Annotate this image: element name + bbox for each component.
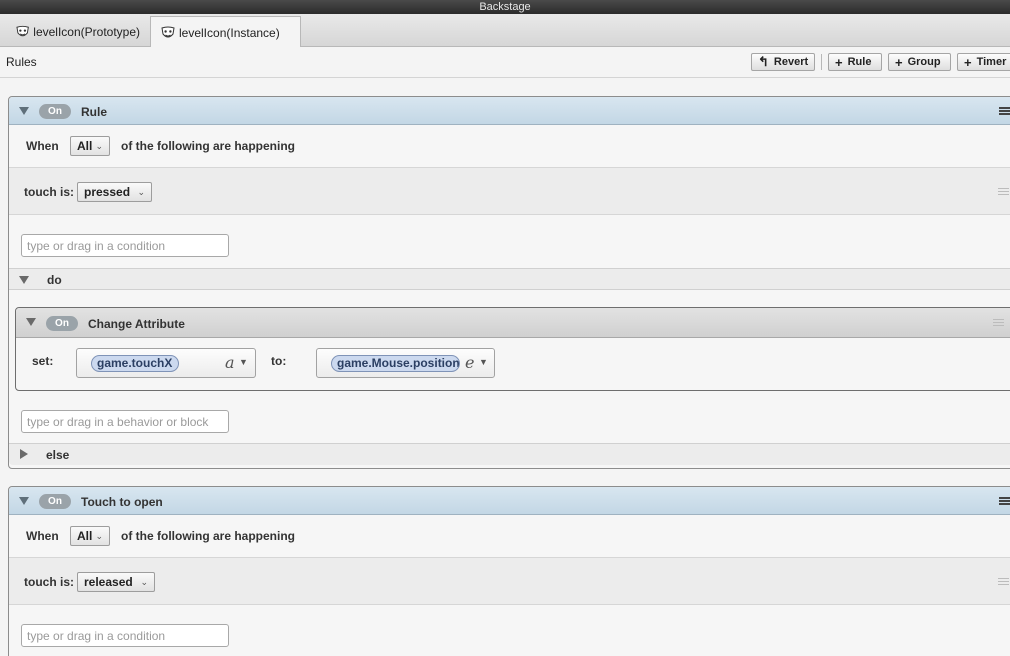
behavior-input[interactable]: type or drag in a behavior or block (21, 410, 229, 433)
chevron-down-icon[interactable]: ▼ (239, 357, 248, 367)
when-mode-dropdown[interactable]: All ⌄ (70, 136, 110, 156)
window-title: Backstage (0, 0, 1010, 14)
rule-block: On Touch to open When All ⌄ of the follow… (8, 486, 1010, 656)
chevron-down-icon: ⌄ (95, 530, 103, 541)
collapse-triangle-icon[interactable] (19, 497, 29, 505)
do-body: On Change Attribute set: game.touchX a ▼… (9, 290, 1010, 443)
chevron-down-icon: ⌄ (95, 140, 103, 151)
expression-token[interactable]: game.Mouse.position (331, 355, 460, 372)
expand-triangle-icon[interactable] (20, 449, 28, 459)
tab-prototype[interactable]: levelIcon(Prototype) (6, 16, 150, 47)
when-suffix: of the following are happening (121, 139, 295, 153)
tab-bar: levelIcon(Prototype) levelIcon(Instance) (0, 14, 1010, 48)
menu-icon[interactable] (999, 497, 1010, 505)
plus-icon: + (835, 54, 843, 70)
condition-input[interactable]: type or drag in a condition (21, 234, 229, 257)
rule-name[interactable]: Rule (81, 105, 107, 119)
chevron-down-icon: ⌄ (140, 576, 148, 587)
when-label: When (26, 529, 59, 543)
tab-instance[interactable]: levelIcon(Instance) (150, 16, 301, 48)
condition-label: touch is: (24, 575, 74, 589)
rule-header[interactable]: On Rule (9, 97, 1010, 125)
collapse-triangle-icon[interactable] (26, 318, 36, 326)
touch-state-dropdown[interactable]: released ⌄ (77, 572, 155, 592)
condition-drop-row: type or drag in a condition (9, 215, 1010, 268)
when-row: When All ⌄ of the following are happening (9, 125, 1010, 168)
actor-mask-icon (161, 26, 175, 37)
condition-row: touch is: released ⌄ (9, 558, 1010, 605)
behavior-header[interactable]: On Change Attribute (16, 308, 1010, 338)
rule-header[interactable]: On Touch to open (9, 487, 1010, 515)
else-section-header[interactable]: else (9, 443, 1010, 465)
rules-toolbar: Rules ↰ Revert + Rule + Group + Timer (0, 47, 1010, 78)
section-title: Rules (6, 55, 37, 69)
set-attribute-field[interactable]: game.touchX a ▼ (76, 348, 256, 378)
attribute-token[interactable]: game.touchX (91, 355, 179, 372)
collapse-triangle-icon[interactable] (19, 276, 29, 284)
drag-handle-icon[interactable] (998, 578, 1009, 585)
when-label: When (26, 139, 59, 153)
tab-label: levelIcon(Instance) (179, 25, 280, 40)
menu-icon[interactable] (999, 107, 1010, 115)
tab-label: levelIcon(Prototype) (33, 24, 140, 39)
to-label: to: (271, 354, 287, 368)
rule-name[interactable]: Touch to open (81, 495, 163, 509)
when-mode-dropdown[interactable]: All ⌄ (70, 526, 110, 546)
behavior-name[interactable]: Change Attribute (88, 317, 185, 331)
plus-icon: + (964, 54, 972, 70)
drag-handle-icon[interactable] (998, 188, 1009, 195)
drag-handle-icon[interactable] (993, 319, 1004, 326)
add-rule-button[interactable]: + Rule (828, 53, 882, 71)
do-section-header[interactable]: do (9, 268, 1010, 290)
condition-label: touch is: (24, 185, 74, 199)
set-label: set: (32, 354, 54, 368)
rule-on-toggle[interactable]: On (39, 494, 71, 509)
change-attribute-behavior: On Change Attribute set: game.touchX a ▼… (15, 307, 1010, 391)
else-label: else (46, 448, 70, 462)
actor-mask-icon (16, 25, 29, 36)
add-group-button[interactable]: + Group (888, 53, 951, 71)
condition-row: touch is: pressed ⌄ (9, 168, 1010, 215)
condition-drop-row: type or drag in a condition (9, 605, 1010, 656)
chevron-down-icon: ⌄ (137, 186, 145, 197)
condition-input[interactable]: type or drag in a condition (21, 624, 229, 647)
rule-on-toggle[interactable]: On (39, 104, 71, 119)
revert-icon: ↰ (758, 54, 769, 69)
toolbar-divider (821, 54, 822, 70)
plus-icon: + (895, 54, 903, 70)
attribute-type-icon[interactable]: a (225, 353, 235, 372)
collapse-triangle-icon[interactable] (19, 107, 29, 115)
do-label: do (47, 273, 62, 287)
revert-button[interactable]: ↰ Revert (751, 53, 815, 71)
touch-state-dropdown[interactable]: pressed ⌄ (77, 182, 152, 202)
behavior-on-toggle[interactable]: On (46, 316, 78, 331)
when-row: When All ⌄ of the following are happening (9, 515, 1010, 558)
expression-editor-icon[interactable]: e (465, 353, 474, 372)
rule-block: On Rule When All ⌄ of the following are h… (8, 96, 1010, 469)
chevron-down-icon[interactable]: ▼ (479, 357, 488, 367)
when-suffix: of the following are happening (121, 529, 295, 543)
add-timer-button[interactable]: + Timer (957, 53, 1010, 71)
to-expression-field[interactable]: game.Mouse.position e ▼ (316, 348, 495, 378)
